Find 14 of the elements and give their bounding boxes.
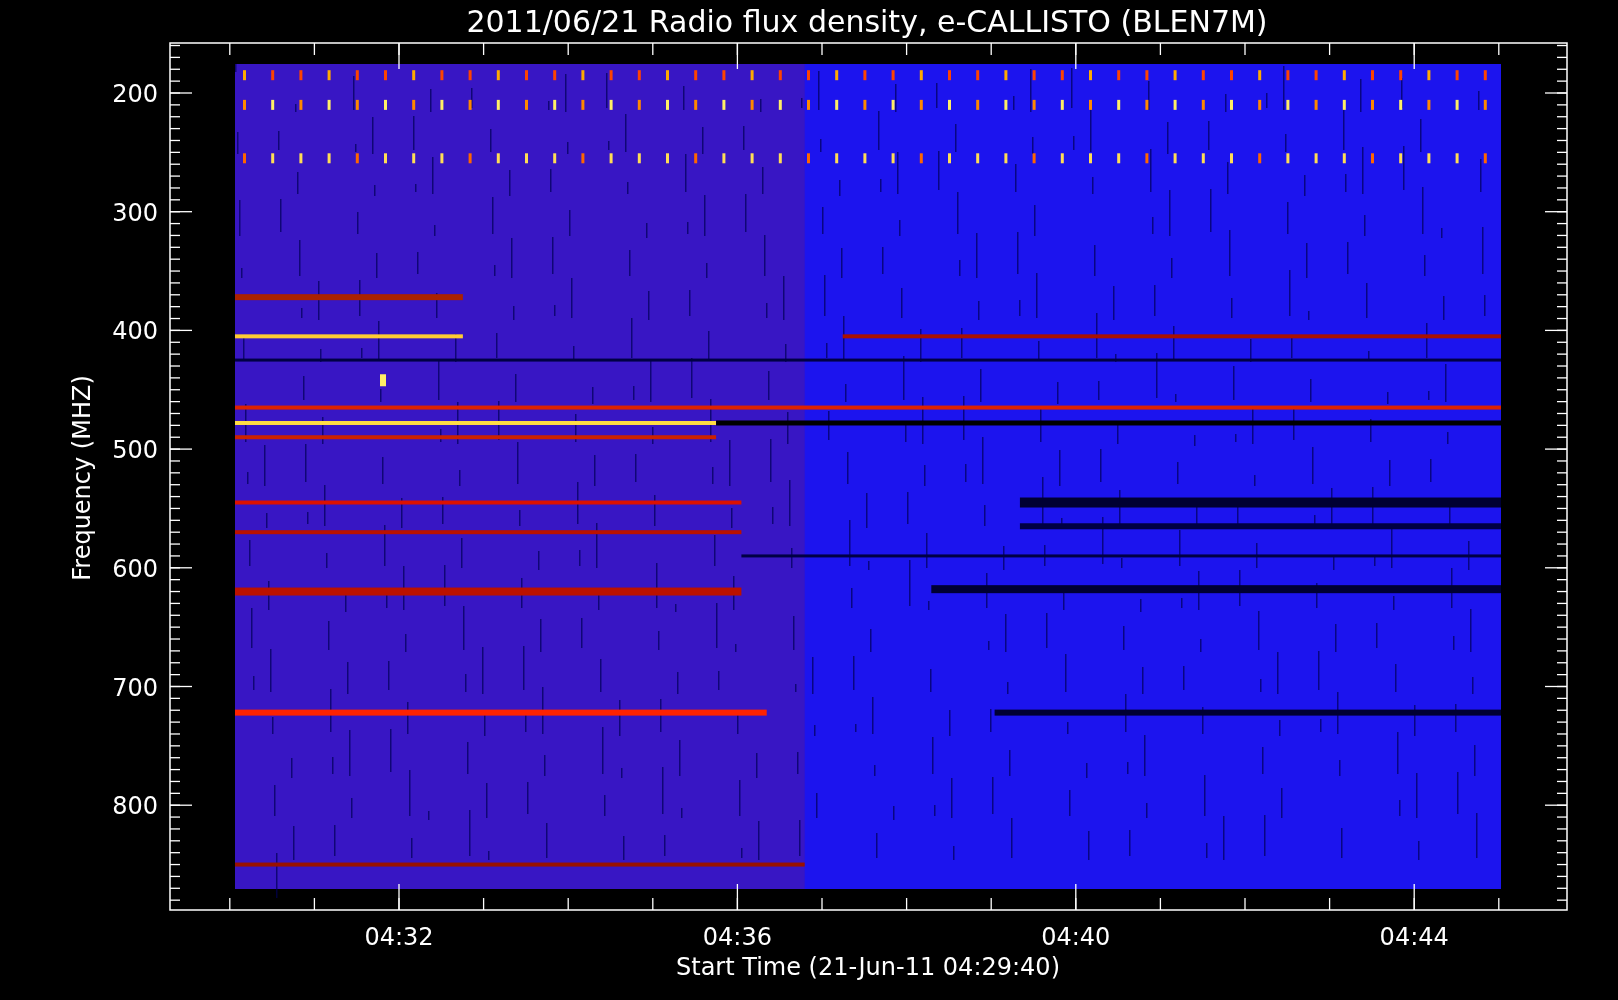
tick-label: 04:44 <box>1379 923 1449 951</box>
tick-label: 300 <box>112 198 158 227</box>
tick-label: 04:32 <box>364 923 434 951</box>
tick-label: 600 <box>112 554 158 583</box>
tick-label: 800 <box>112 792 158 821</box>
x-axis-label: Start Time (21-Jun-11 04:29:40) <box>676 953 1060 981</box>
tick-label: 04:40 <box>1041 923 1111 951</box>
chart-title: 2011/06/21 Radio flux density, e-CALLISTO (BLEN7M) <box>466 4 1268 39</box>
tick-label: 500 <box>112 436 158 465</box>
tick-label: 04:36 <box>702 923 772 951</box>
tick-label: 400 <box>112 317 158 346</box>
tick-label: 200 <box>112 80 158 108</box>
tick-label: 700 <box>112 673 158 702</box>
y-axis-label: Frequency (MHZ) <box>68 375 96 581</box>
